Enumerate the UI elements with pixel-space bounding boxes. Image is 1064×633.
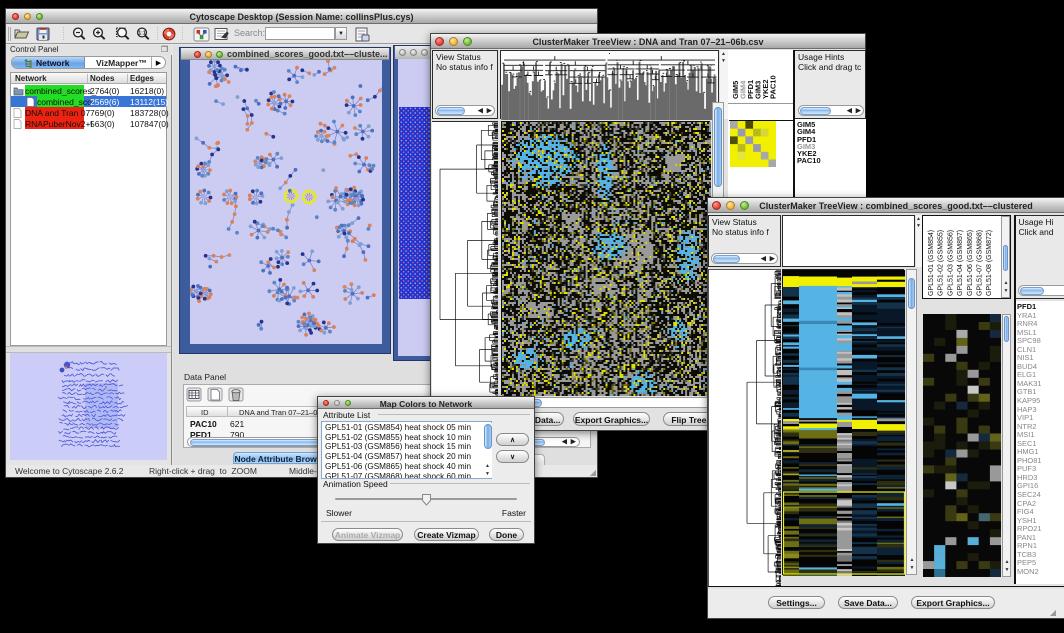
svg-text:GPL51-08 (GSM872): GPL51-08 (GSM872) (986, 230, 993, 296)
svg-text:1:1: 1:1 (138, 31, 145, 37)
svg-text:GPL51-06 (GSM865): GPL51-06 (GSM865) (967, 230, 974, 296)
svg-text:GPL51-04 (GSM857): GPL51-04 (GSM857) (957, 230, 964, 296)
svg-text:GPL51-02 (GSM855): GPL51-02 (GSM855) (938, 230, 945, 296)
svg-text:PAC10: PAC10 (769, 75, 778, 99)
svg-text:GPL51-03 (GSM856): GPL51-03 (GSM856) (947, 230, 954, 296)
svg-text:GPL51-07 (GSM868): GPL51-07 (GSM868) (977, 230, 984, 296)
svg-text:GPL51-01 (GSM854): GPL51-01 (GSM854) (928, 230, 935, 296)
